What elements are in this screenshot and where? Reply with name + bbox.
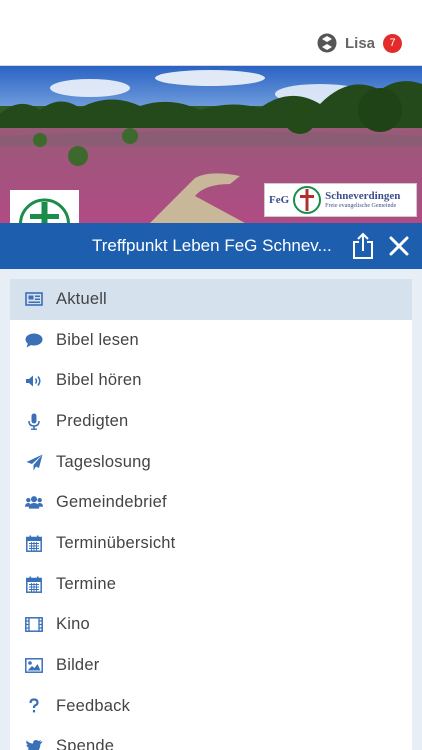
share-icon[interactable] xyxy=(351,232,375,260)
users-icon xyxy=(25,494,43,512)
menu-item-predigten[interactable]: Predigten xyxy=(10,401,412,442)
logo-prefix: FeG xyxy=(269,194,290,206)
navigation-menu: Aktuell Bibel lesen Bibel hören Predigte… xyxy=(10,279,412,750)
speech-bubble-icon xyxy=(25,331,43,349)
menu-item-label: Predigten xyxy=(56,411,129,430)
menu-item-label: Spende xyxy=(56,737,115,750)
close-icon[interactable] xyxy=(388,235,410,257)
logo-subtitle: Freie evangelische Gemeinde xyxy=(325,203,397,209)
menu-item-bibel-lesen[interactable]: Bibel lesen xyxy=(10,320,412,361)
menu-item-label: Bilder xyxy=(56,656,100,675)
user-name[interactable]: Lisa xyxy=(345,35,375,52)
menu-item-tageslosung[interactable]: Tageslosung xyxy=(10,442,412,483)
notification-badge[interactable]: 7 xyxy=(383,33,402,53)
menu-item-terminuebersicht[interactable]: Terminübersicht xyxy=(10,523,412,564)
menu-item-label: Feedback xyxy=(56,696,131,715)
newspaper-icon xyxy=(25,290,43,308)
logo-name: Schneverdingen xyxy=(325,190,401,202)
menu-item-kino[interactable]: Kino xyxy=(10,605,412,646)
image-icon xyxy=(25,657,43,675)
title-bar: Treffpunkt Leben FeG Schnev... xyxy=(0,223,422,269)
menu-item-label: Bibel lesen xyxy=(56,330,139,349)
menu-item-termine[interactable]: Termine xyxy=(10,564,412,605)
calendar-icon xyxy=(25,575,43,593)
volume-icon xyxy=(25,372,43,390)
menu-item-bilder[interactable]: Bilder xyxy=(10,645,412,686)
menu-item-aktuell[interactable]: Aktuell xyxy=(10,279,412,320)
film-icon xyxy=(25,616,43,634)
user-status-icon xyxy=(317,33,337,53)
bird-icon xyxy=(25,738,43,750)
menu-item-label: Aktuell xyxy=(56,289,107,308)
calendar-icon xyxy=(25,534,43,552)
top-bar: Lisa 7 xyxy=(0,0,422,66)
menu-item-label: Kino xyxy=(56,615,90,634)
microphone-icon xyxy=(25,412,43,430)
user-menu[interactable]: Lisa 7 xyxy=(317,33,402,53)
menu-item-bibel-hoeren[interactable]: Bibel hören xyxy=(10,360,412,401)
paper-plane-icon xyxy=(25,453,43,471)
menu-item-label: Terminübersicht xyxy=(56,533,176,552)
menu-item-gemeindebrief[interactable]: Gemeindebrief xyxy=(10,482,412,523)
menu-item-label: Termine xyxy=(56,574,117,593)
menu-item-spende[interactable]: Spende xyxy=(10,727,412,750)
feg-logo: FeG Schneverdingen Freie evangelische Ge… xyxy=(264,183,417,217)
cross-icon xyxy=(293,186,322,214)
menu-item-label: Bibel hören xyxy=(56,371,142,390)
question-icon xyxy=(25,697,43,715)
menu-item-label: Tageslosung xyxy=(56,452,151,471)
menu-item-label: Gemeindebrief xyxy=(56,493,167,512)
menu-item-feedback[interactable]: Feedback xyxy=(10,686,412,727)
app-title: Treffpunkt Leben FeG Schnev... xyxy=(92,236,332,255)
